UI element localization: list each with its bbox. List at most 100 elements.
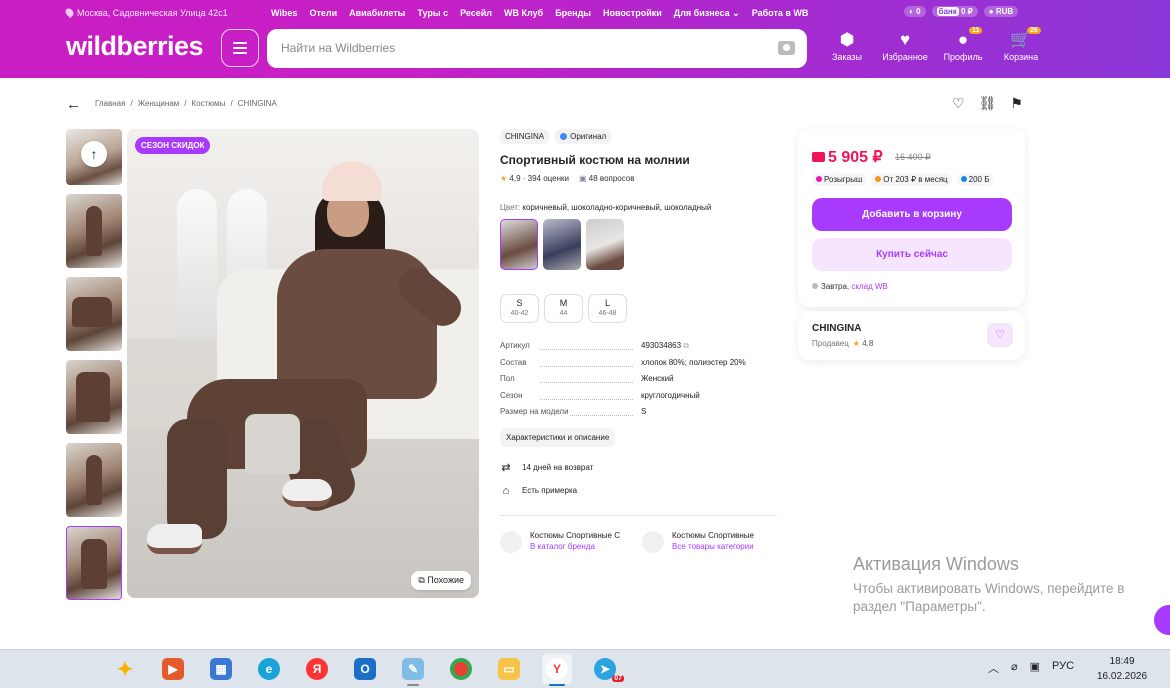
thumbnail[interactable] (66, 443, 122, 517)
category-links: Костюмы Спортивные СВ каталог бренда Кос… (500, 530, 778, 553)
cart-label: Корзина (1003, 52, 1039, 62)
spec-key: Сезон (500, 390, 523, 400)
explorer-icon[interactable]: ▭ (494, 654, 524, 684)
favorites-button[interactable]: ♥ Избранное (876, 30, 934, 62)
return-info: ⇄ 14 дней на возврат (501, 461, 594, 474)
crumb-home[interactable]: Главная (95, 99, 125, 108)
product-info: CHINGINA Оригинал Спортивный костюм на м… (500, 129, 778, 553)
follow-seller-heart-icon[interactable]: ♡ (987, 323, 1013, 347)
photo-leg (167, 419, 227, 539)
report-icon[interactable]: ⚑ (1010, 95, 1023, 112)
yandex-browser-icon[interactable]: Y (542, 654, 572, 686)
size-option[interactable]: M 44 (544, 294, 583, 323)
category-link[interactable]: Костюмы Спортивные Все товары категории (642, 530, 772, 553)
chrome-icon[interactable] (446, 654, 476, 684)
questions-link[interactable]: ▣ 48 вопросов (579, 174, 635, 183)
nav-hotels[interactable]: Отели (309, 8, 337, 19)
color-swatch[interactable] (586, 219, 624, 270)
cart-button[interactable]: 🛒 26 Корзина (992, 27, 1050, 62)
back-arrow-icon[interactable]: ← (66, 96, 81, 113)
clock[interactable]: 18:49 16.02.2026 (1097, 654, 1147, 684)
notepad-logo-icon: ✎ (402, 658, 424, 680)
rating[interactable]: ★ 4,9 · 394 оценки (500, 174, 569, 183)
yandex-browser-logo-icon: Y (546, 658, 568, 680)
color-swatch-selected[interactable] (500, 219, 538, 270)
nav-wibes[interactable]: Wibes (271, 8, 297, 19)
yandex-icon[interactable]: Я (302, 654, 332, 684)
search-input[interactable] (281, 41, 761, 55)
language-indicator[interactable]: РУС (1052, 660, 1074, 676)
share-link-icon[interactable]: ⛓ (979, 95, 997, 112)
nav-new-buildings[interactable]: Новостройки (603, 8, 662, 19)
crumb-suits[interactable]: Костюмы (192, 99, 226, 108)
spec-key: Пол (500, 374, 515, 383)
bag-icon: ▦ (210, 658, 232, 680)
nav-business[interactable]: Для бизнеса ⌄ (674, 8, 740, 19)
nav-resale[interactable]: Ресейл (460, 8, 492, 19)
buy-now-button[interactable]: Купить сейчас (812, 238, 1012, 271)
installment-chip[interactable]: От 203 ₽ в месяц (871, 173, 952, 186)
bank-balance[interactable]: банк 0 ₽ (931, 6, 978, 17)
nav-brands[interactable]: Бренды (555, 8, 591, 19)
breadcrumb: Главная / Женщинам / Костюмы / CHINGINA (95, 99, 277, 108)
seller-name[interactable]: CHINGINA (812, 323, 861, 334)
scroll-up-icon[interactable]: ↑ (81, 141, 107, 167)
price-card: 5 905 ₽ 16 400 ₽ Розыгрыш От 203 ₽ в мес… (798, 129, 1025, 307)
outlook-icon[interactable]: O (350, 654, 380, 684)
spec-key: Состав (500, 357, 527, 367)
brand-tag[interactable]: CHINGINA (500, 129, 550, 144)
thumbnail[interactable]: ↑ (66, 129, 122, 185)
add-to-cart-button[interactable]: Добавить в корзину (812, 198, 1012, 231)
seller-card[interactable]: CHINGINA Продавец ★ 4,8 ♡ (798, 311, 1025, 360)
nav-flights[interactable]: Авиабилеты (349, 8, 405, 19)
thumbnail[interactable] (66, 277, 122, 351)
size-ru: 44 (559, 310, 568, 317)
hanger-icon: ⌂ (502, 484, 510, 497)
copy-icon[interactable]: ⧉ (683, 341, 689, 350)
play-icon: ▶ (162, 658, 184, 680)
wildberries-logo[interactable]: wildberries (66, 31, 204, 62)
brand-catalog-link[interactable]: Костюмы Спортивные СВ каталог бренда (500, 530, 630, 553)
crumb-brand[interactable]: CHINGINA (238, 99, 277, 108)
telegram-icon[interactable]: ➤ 07 (590, 654, 624, 684)
delivery-address[interactable]: Москва, Садовническая Улица 42с1 (63, 6, 228, 19)
wallet-points[interactable]: ◐ 0 (904, 6, 926, 17)
crumb-women[interactable]: Женщинам (138, 99, 180, 108)
old-price: 16 400 ₽ (895, 152, 931, 162)
size-option[interactable]: L 46-48 (588, 294, 627, 323)
color-swatch[interactable] (543, 219, 581, 270)
nav-wb-club[interactable]: WB Клуб (504, 8, 543, 19)
edge-icon[interactable]: e (254, 654, 284, 684)
copilot-icon[interactable]: ✦ (110, 654, 140, 684)
bonus-chip[interactable]: 200 Б (956, 173, 994, 186)
camera-search-icon[interactable] (778, 41, 795, 55)
spec-value: круглогодичный (641, 390, 700, 400)
spec-row: Пол Женский (500, 374, 778, 391)
store-icon[interactable]: ▦ (206, 654, 236, 684)
network-off-icon[interactable]: ⌀ (1011, 660, 1018, 676)
size-option[interactable]: S 40-42 (500, 294, 539, 323)
currency-select[interactable]: ● RUB (983, 6, 1019, 17)
chat-bubble-button[interactable] (1154, 605, 1170, 635)
profile-button[interactable]: ● 11 Профиль (934, 27, 992, 62)
photo-shoe (282, 479, 332, 507)
warehouse-link[interactable]: склад WB (851, 282, 887, 291)
similar-button[interactable]: ⧉ Похожие (411, 571, 471, 590)
characteristics-button[interactable]: Характеристики и описание (500, 427, 616, 447)
cart-icon: 🛒 (1010, 30, 1032, 49)
thumbnail-active[interactable] (66, 526, 122, 600)
thumbnail[interactable] (66, 360, 122, 434)
product-main-image[interactable]: СЕЗОН СКИДОК ⧉ Похожие (127, 129, 479, 598)
camera-icon[interactable]: ▣ (1030, 660, 1040, 676)
menu-button[interactable] (221, 29, 259, 67)
media-player-icon[interactable]: ▶ (158, 654, 188, 684)
raffle-chip[interactable]: Розыгрыш (812, 173, 867, 186)
nav-tours[interactable]: Туры с (417, 8, 448, 19)
chevron-up-icon[interactable]: ︿ (988, 660, 999, 676)
notepad-icon[interactable]: ✎ (398, 654, 428, 686)
favorite-heart-icon[interactable]: ♡ (952, 95, 965, 112)
nav-jobs[interactable]: Работа в WB (752, 8, 809, 19)
orders-button[interactable]: ⬢ Заказы (818, 30, 876, 62)
cat-link: Все товары категории (672, 541, 754, 551)
thumbnail[interactable] (66, 194, 122, 268)
